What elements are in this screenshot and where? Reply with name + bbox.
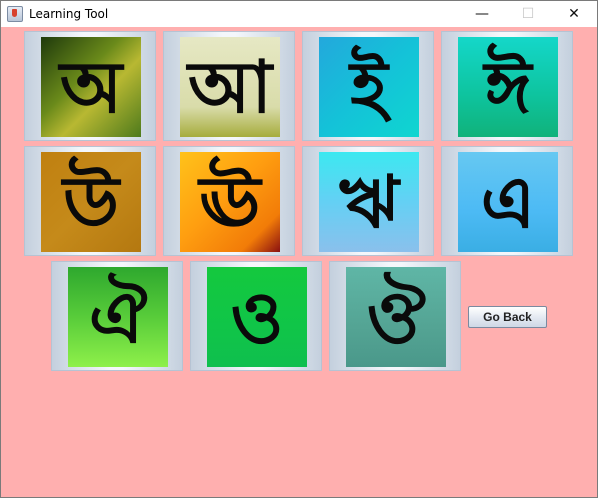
letter-tile[interactable]: এ	[441, 146, 573, 256]
letter-glyph: ঊ	[199, 160, 261, 244]
letter-glyph: ই	[350, 45, 388, 129]
letter-image: ঈ	[458, 37, 558, 137]
letter-tile[interactable]: ঐ	[51, 261, 183, 371]
letter-tile[interactable]: অ	[24, 31, 156, 141]
letter-tile[interactable]: ই	[302, 31, 434, 141]
go-back-button[interactable]: Go Back	[468, 306, 547, 328]
letter-glyph: ঋ	[339, 160, 399, 244]
letter-glyph: এ	[480, 160, 536, 244]
letter-tile[interactable]: ও	[190, 261, 322, 371]
letter-image: ঋ	[319, 152, 419, 252]
letter-image: অ	[41, 37, 141, 137]
letter-glyph: উ	[62, 160, 120, 244]
letter-image: ঊ	[180, 152, 280, 252]
letter-image: ই	[319, 37, 419, 137]
letter-image: উ	[41, 152, 141, 252]
letter-tile[interactable]: ঋ	[302, 146, 434, 256]
close-button[interactable]: ✕	[551, 1, 597, 27]
window-controls: — ☐ ✕	[459, 1, 597, 27]
app-window: Learning Tool — ☐ ✕ অ আ ই ঈ উ ঊ ঋ এ ঐ ও …	[0, 0, 598, 498]
letter-image: এ	[458, 152, 558, 252]
letter-glyph: আ	[188, 45, 272, 129]
letter-image: ঐ	[68, 267, 168, 367]
window-title: Learning Tool	[29, 7, 109, 21]
maximize-button[interactable]: ☐	[505, 1, 551, 27]
letter-glyph: অ	[59, 45, 123, 129]
letter-tile[interactable]: উ	[24, 146, 156, 256]
letter-image: ঔ	[346, 267, 446, 367]
letter-glyph: ঔ	[366, 275, 426, 359]
letter-tile[interactable]: ঔ	[329, 261, 461, 371]
letter-glyph: ঈ	[484, 45, 532, 129]
minimize-button[interactable]: —	[459, 1, 505, 27]
letter-tile[interactable]: ঈ	[441, 31, 573, 141]
letter-tile[interactable]: আ	[163, 31, 295, 141]
content-panel: অ আ ই ঈ উ ঊ ঋ এ ঐ ও ঔ Go Back	[1, 27, 597, 497]
title-bar[interactable]: Learning Tool — ☐ ✕	[1, 1, 597, 27]
java-app-icon	[7, 6, 23, 22]
letter-image: ও	[207, 267, 307, 367]
letter-tile[interactable]: ঊ	[163, 146, 295, 256]
letter-glyph: ও	[230, 275, 284, 359]
letter-glyph: ঐ	[89, 275, 147, 359]
letter-image: আ	[180, 37, 280, 137]
